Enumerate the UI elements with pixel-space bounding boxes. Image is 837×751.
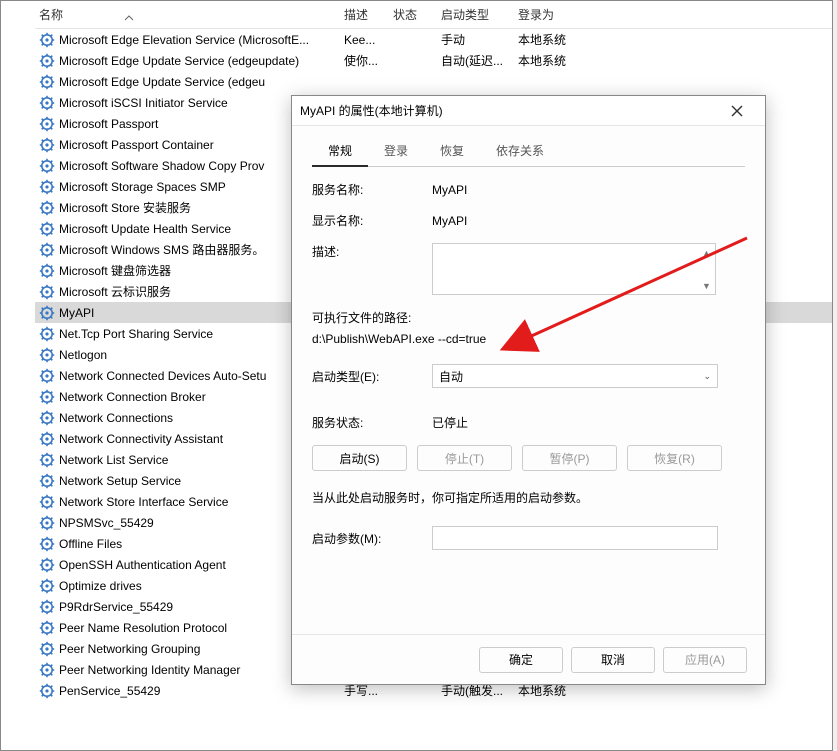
gear-icon (39, 536, 55, 552)
gear-icon (39, 179, 55, 195)
tab-logon[interactable]: 登录 (368, 136, 424, 167)
dialog-footer: 确定 取消 应用(A) (292, 634, 765, 684)
row-startup-type: 启动类型(E): 自动 ⌄ (312, 364, 745, 388)
startup-type-select[interactable]: 自动 ⌄ (432, 364, 718, 388)
label-start-params: 启动参数(M): (312, 530, 432, 547)
gear-icon (39, 431, 55, 447)
value-display-name: MyAPI (432, 214, 745, 228)
pause-button: 暂停(P) (522, 445, 617, 471)
value-service-status: 已停止 (432, 414, 745, 431)
gear-icon (39, 389, 55, 405)
row-display-name: 显示名称: MyAPI (312, 212, 745, 229)
gear-icon (39, 620, 55, 636)
col-header-name[interactable]: 名称 (35, 6, 340, 23)
properties-dialog: MyAPI 的属性(本地计算机) 常规 登录 恢复 依存关系 服务名称: MyA… (291, 95, 766, 685)
gear-icon (39, 95, 55, 111)
label-description: 描述: (312, 243, 432, 260)
dialog-titlebar[interactable]: MyAPI 的属性(本地计算机) (292, 96, 765, 126)
label-exe-path: 可执行文件的路径: (312, 309, 745, 326)
service-name: Microsoft Edge Update Service (edgeupdat… (59, 54, 344, 68)
dialog-title-text: MyAPI 的属性(本地计算机) (300, 102, 717, 119)
value-exe-path: d:\Publish\WebAPI.exe --cd=true (312, 332, 745, 346)
tab-bar: 常规 登录 恢复 依存关系 (312, 136, 745, 167)
col-header-name-label: 名称 (39, 6, 63, 23)
gear-icon (39, 494, 55, 510)
col-header-startup[interactable]: 启动类型 (437, 6, 514, 23)
gear-icon (39, 284, 55, 300)
hint-text: 当从此处启动服务时，你可指定所适用的启动参数。 (312, 489, 745, 506)
row-start-params: 启动参数(M): (312, 526, 745, 550)
gear-icon (39, 242, 55, 258)
col-header-desc[interactable]: 描述 (340, 6, 389, 23)
label-startup-type: 启动类型(E): (312, 368, 432, 385)
tab-dependencies[interactable]: 依存关系 (480, 136, 560, 167)
chevron-down-icon: ⌄ (703, 371, 711, 382)
gear-icon (39, 200, 55, 216)
start-button[interactable]: 启动(S) (312, 445, 407, 471)
label-display-name: 显示名称: (312, 212, 432, 229)
gear-icon (39, 641, 55, 657)
service-row[interactable]: Microsoft Edge Elevation Service (Micros… (35, 29, 832, 50)
gear-icon (39, 683, 55, 699)
gear-icon (39, 410, 55, 426)
gear-icon (39, 326, 55, 342)
gear-icon (39, 515, 55, 531)
service-name: Microsoft Edge Update Service (edgeu (59, 75, 344, 89)
gear-icon (39, 599, 55, 615)
tab-recovery[interactable]: 恢复 (424, 136, 480, 167)
gear-icon (39, 578, 55, 594)
gear-icon (39, 116, 55, 132)
gear-icon (39, 473, 55, 489)
gear-icon (39, 74, 55, 90)
gear-icon (39, 158, 55, 174)
service-logon: 本地系统 (518, 31, 618, 48)
stop-button: 停止(T) (417, 445, 512, 471)
service-startup: 自动(延迟... (441, 52, 518, 69)
sort-chevron-icon (123, 11, 135, 19)
gear-icon (39, 263, 55, 279)
apply-button: 应用(A) (663, 647, 747, 673)
column-headers: 名称 描述 状态 启动类型 登录为 (35, 1, 832, 29)
service-description: Kee... (344, 33, 393, 47)
control-button-row: 启动(S) 停止(T) 暂停(P) 恢复(R) (312, 445, 745, 471)
dialog-body: 常规 登录 恢复 依存关系 服务名称: MyAPI 显示名称: MyAPI 描述… (292, 126, 765, 634)
label-service-name: 服务名称: (312, 181, 432, 198)
gear-icon (39, 305, 55, 321)
description-box[interactable]: ▲ ▼ (432, 243, 716, 295)
col-header-status[interactable]: 状态 (389, 6, 437, 23)
scroll-up-icon[interactable]: ▲ (698, 244, 715, 261)
service-name: PenService_55429 (59, 684, 344, 698)
gear-icon (39, 32, 55, 48)
service-description: 使你... (344, 52, 393, 69)
cancel-button[interactable]: 取消 (571, 647, 655, 673)
startup-type-value: 自动 (439, 368, 463, 385)
col-header-logon[interactable]: 登录为 (514, 6, 614, 23)
service-startup: 手动 (441, 31, 518, 48)
scroll-down-icon[interactable]: ▼ (698, 277, 715, 294)
ok-button[interactable]: 确定 (479, 647, 563, 673)
gear-icon (39, 53, 55, 69)
close-icon[interactable] (717, 97, 757, 125)
gear-icon (39, 662, 55, 678)
service-name: Microsoft Edge Elevation Service (Micros… (59, 33, 344, 47)
start-params-input[interactable] (432, 526, 718, 550)
value-service-name[interactable]: MyAPI (432, 183, 467, 197)
gear-icon (39, 557, 55, 573)
row-service-status: 服务状态: 已停止 (312, 414, 745, 431)
resume-button: 恢复(R) (627, 445, 722, 471)
label-service-status: 服务状态: (312, 414, 432, 431)
row-service-name: 服务名称: MyAPI (312, 181, 745, 198)
service-row[interactable]: Microsoft Edge Update Service (edgeu (35, 71, 832, 92)
gear-icon (39, 221, 55, 237)
service-row[interactable]: Microsoft Edge Update Service (edgeupdat… (35, 50, 832, 71)
service-logon: 本地系统 (518, 52, 618, 69)
gear-icon (39, 137, 55, 153)
gear-icon (39, 347, 55, 363)
row-description: 描述: ▲ ▼ (312, 243, 745, 295)
gear-icon (39, 368, 55, 384)
tab-general[interactable]: 常规 (312, 136, 368, 167)
gear-icon (39, 452, 55, 468)
